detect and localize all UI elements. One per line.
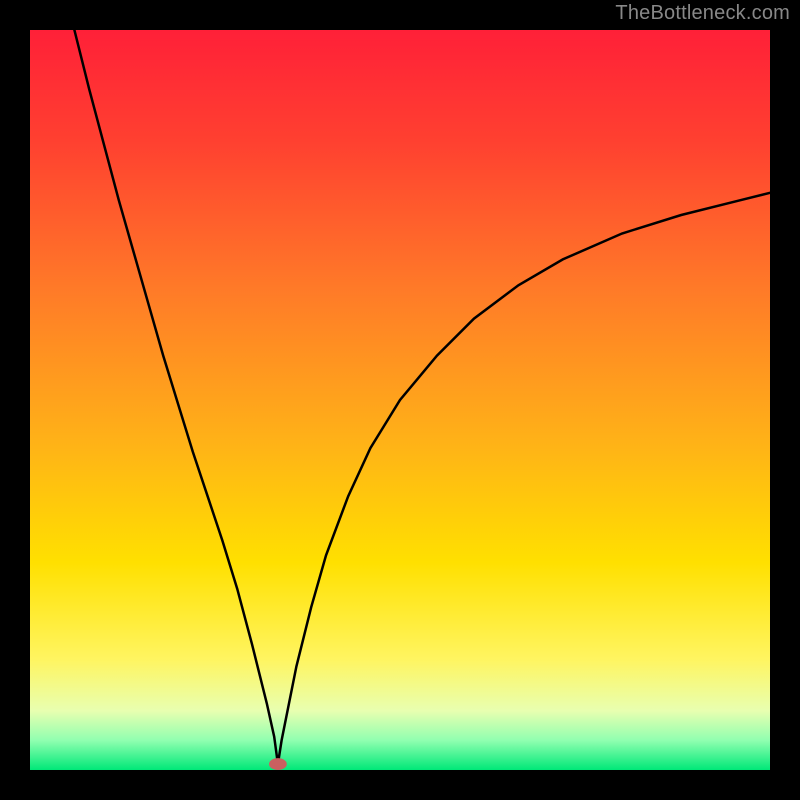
attribution-text: TheBottleneck.com [615,2,790,25]
bottleneck-chart [0,0,800,800]
chart-frame: TheBottleneck.com [0,0,800,800]
minimum-marker [269,758,287,770]
